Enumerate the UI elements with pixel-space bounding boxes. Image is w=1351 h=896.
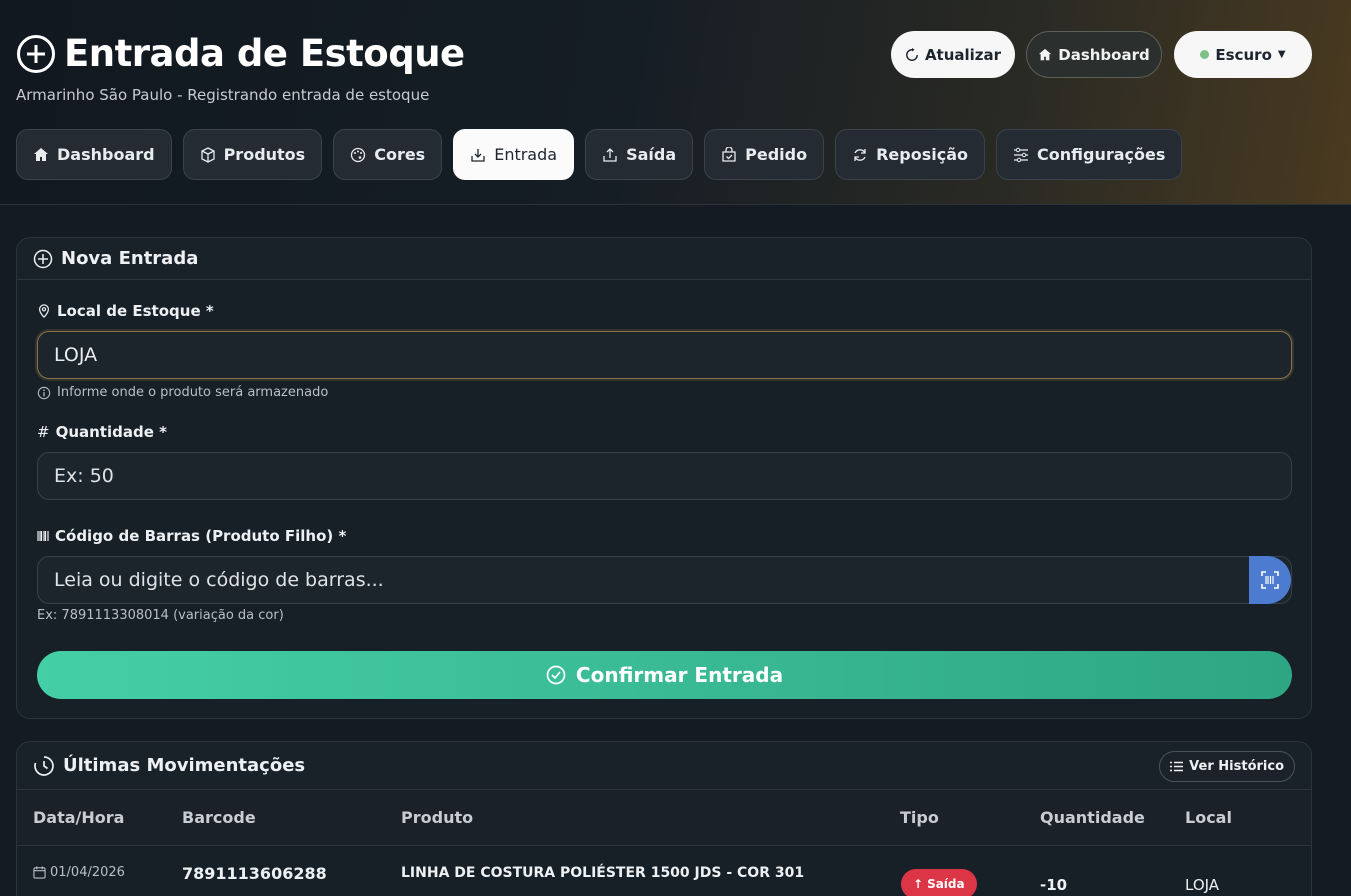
info-icon xyxy=(37,386,51,399)
column-header-local: Local xyxy=(1185,808,1232,827)
view-history-label: Ver Histórico xyxy=(1189,759,1284,774)
barcode-label: Código de Barras (Produto Filho) * xyxy=(37,527,346,545)
tab-pedido[interactable]: Pedido xyxy=(704,129,825,180)
scan-barcode-button[interactable] xyxy=(1249,556,1291,604)
dashboard-label: Dashboard xyxy=(1058,45,1150,64)
card-title: Nova Entrada xyxy=(61,248,199,269)
page-title: Entrada de Estoque xyxy=(64,32,465,75)
tab-label: Dashboard xyxy=(57,145,155,164)
title-row: Entrada de Estoque xyxy=(16,32,465,75)
card-header: Nova Entrada xyxy=(17,238,1311,280)
theme-dropdown[interactable]: Escuro ▼ xyxy=(1174,31,1312,78)
column-header-barcode: Barcode xyxy=(182,808,256,827)
palette-icon xyxy=(351,147,366,162)
barcode-hint: Ex: 7891113308014 (variação da cor) xyxy=(37,608,284,623)
tab-cores[interactable]: Cores xyxy=(333,129,443,180)
arrow-repeat-icon xyxy=(854,148,866,161)
new-entry-card: Nova Entrada Local de Estoque * LOJA Inf… xyxy=(16,237,1312,719)
main-nav: Dashboard Produtos Cores Entrada Saída P… xyxy=(16,129,1183,180)
tab-entrada[interactable]: Entrada xyxy=(453,129,575,180)
tab-dashboard[interactable]: Dashboard xyxy=(16,129,172,180)
calendar-icon xyxy=(33,866,46,879)
movements-card: Últimas Movimentações Ver Histórico Data… xyxy=(16,741,1312,896)
tab-saida[interactable]: Saída xyxy=(585,129,694,180)
view-history-button[interactable]: Ver Histórico xyxy=(1159,751,1295,782)
refresh-icon xyxy=(906,47,918,61)
geo-pin-icon xyxy=(39,304,49,318)
column-header-type: Tipo xyxy=(900,808,939,827)
quantity-label: # Quantidade * xyxy=(37,423,167,441)
refresh-label: Atualizar xyxy=(924,45,1002,64)
theme-label: Escuro xyxy=(1215,45,1272,64)
status-dot-icon xyxy=(1200,50,1210,59)
box-arrow-up-icon xyxy=(603,147,617,162)
dashboard-button[interactable]: Dashboard xyxy=(1026,31,1162,78)
column-header-datetime: Data/Hora xyxy=(33,808,125,827)
quantity-label-text: Quantidade * xyxy=(55,423,167,441)
row-date: 01/04/2026 xyxy=(50,865,125,880)
local-hint: Informe onde o produto será armazenado xyxy=(37,385,328,400)
type-badge: ↑ Saída xyxy=(901,869,977,896)
check-circle-icon xyxy=(546,665,566,685)
tab-label: Cores xyxy=(374,145,426,164)
hash-icon: # xyxy=(37,423,50,441)
tab-label: Saída xyxy=(626,145,677,164)
home-icon xyxy=(1039,48,1052,60)
plus-circle-icon xyxy=(33,249,53,268)
column-header-quantity: Quantidade xyxy=(1040,808,1145,827)
tab-label: Pedido xyxy=(745,145,808,164)
tab-label: Produtos xyxy=(223,145,306,164)
box-arrow-in-icon xyxy=(471,148,485,162)
column-header-product: Produto xyxy=(401,808,474,827)
movements-title: Últimas Movimentações xyxy=(63,755,306,776)
tab-configuracoes[interactable]: Configurações xyxy=(996,129,1183,180)
plus-circle-icon xyxy=(17,34,55,73)
tab-label: Configurações xyxy=(1037,145,1166,164)
local-label: Local de Estoque * xyxy=(37,302,214,320)
refresh-button[interactable]: Atualizar xyxy=(891,31,1015,78)
movements-header: Últimas Movimentações xyxy=(17,742,1311,790)
home-icon xyxy=(34,147,48,161)
row-date-cell: 01/04/2026 xyxy=(33,865,125,880)
quantity-input[interactable]: Ex: 50 xyxy=(37,452,1292,500)
tab-label: Reposição xyxy=(876,145,969,164)
barcode-placeholder: Leia ou digite o código de barras... xyxy=(54,569,384,591)
local-hint-text: Informe onde o produto será armazenado xyxy=(57,385,329,400)
barcode-label-text: Código de Barras (Produto Filho) * xyxy=(55,527,347,545)
row-quantity: -10 xyxy=(1040,876,1068,894)
tab-label: Entrada xyxy=(494,145,558,164)
arrow-up-icon: ↑ xyxy=(913,877,924,891)
clock-history-icon xyxy=(34,755,54,776)
row-product: LINHA DE COSTURA POLIÉSTER 1500 JDS - CO… xyxy=(401,865,805,881)
row-local: LOJA xyxy=(1185,876,1220,894)
caret-down-icon: ▼ xyxy=(1277,49,1286,60)
row-barcode: 7891113606288 xyxy=(182,864,327,883)
tab-produtos[interactable]: Produtos xyxy=(182,129,323,180)
list-icon xyxy=(1170,761,1184,772)
confirm-entry-button[interactable]: Confirmar Entrada xyxy=(37,651,1292,699)
tab-reposicao[interactable]: Reposição xyxy=(835,129,986,180)
box-icon xyxy=(200,146,215,163)
scan-icon xyxy=(1261,571,1279,589)
local-input[interactable]: LOJA xyxy=(37,331,1292,379)
page-subtitle: Armarinho São Paulo - Registrando entrad… xyxy=(16,86,430,104)
barcode-icon xyxy=(37,531,49,541)
barcode-input[interactable]: Leia ou digite o código de barras... xyxy=(37,556,1292,604)
bag-check-icon xyxy=(722,146,736,162)
sliders-icon xyxy=(1014,147,1029,162)
type-badge-label: Saída xyxy=(927,877,965,891)
local-label-text: Local de Estoque * xyxy=(57,302,214,320)
confirm-label: Confirmar Entrada xyxy=(575,663,784,687)
page-header: Entrada de Estoque Armarinho São Paulo -… xyxy=(0,0,1351,205)
